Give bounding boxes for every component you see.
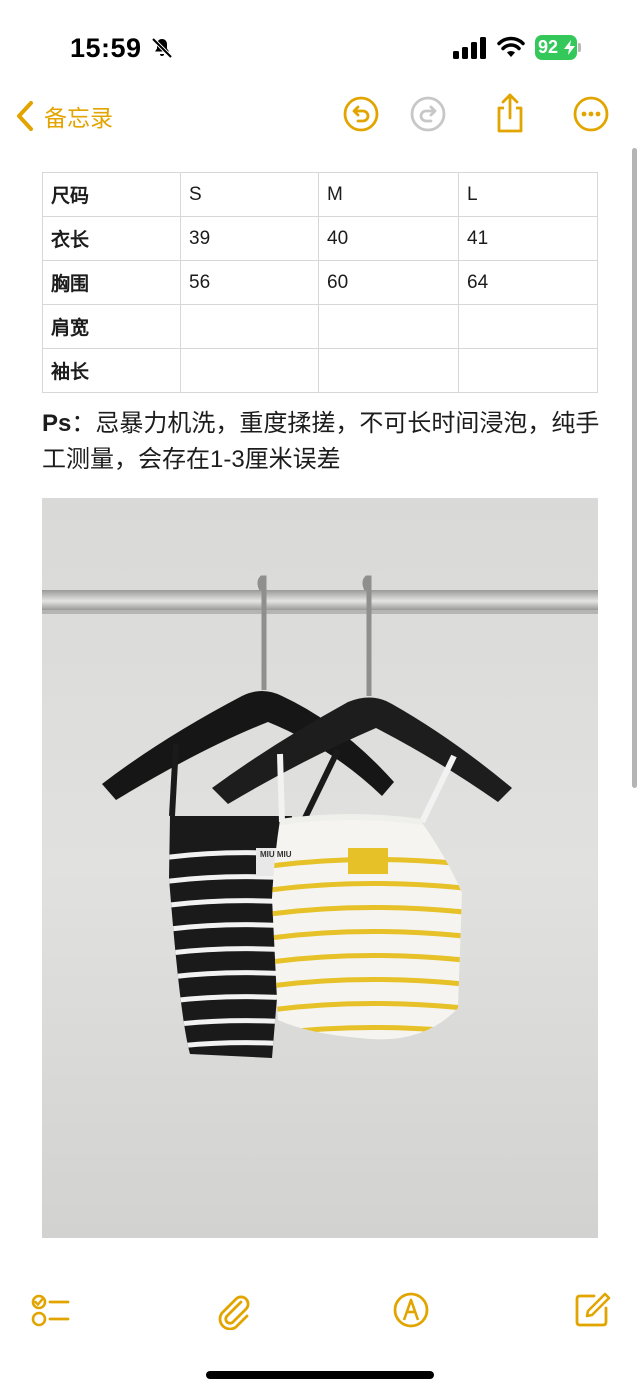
status-time: 15:59 — [70, 33, 142, 63]
table-cell[interactable] — [318, 304, 459, 349]
table-cell[interactable] — [458, 348, 598, 393]
table-row: 袖长 — [42, 348, 598, 393]
table-cell[interactable] — [458, 304, 598, 349]
table-cell[interactable]: 60 — [318, 260, 459, 305]
bell-slash-icon — [151, 37, 173, 59]
nav-bar: 备忘录 — [0, 90, 640, 140]
table-cell[interactable]: 64 — [458, 260, 598, 305]
chevron-left-icon — [17, 101, 33, 131]
table-cell[interactable] — [318, 348, 459, 393]
table-cell[interactable]: 41 — [458, 216, 598, 261]
note-text[interactable]: Ps：忌暴力机洗，重度揉搓，不可长时间浸泡，纯手工测量，会存在1-3厘米误差 — [42, 406, 602, 478]
table-cell[interactable]: 肩宽 — [42, 304, 181, 349]
checklist-icon[interactable] — [30, 1290, 70, 1330]
back-button[interactable]: 备忘录 — [14, 94, 113, 138]
more-icon[interactable] — [572, 95, 610, 133]
paperclip-icon[interactable] — [213, 1290, 253, 1330]
table-cell[interactable]: 40 — [318, 216, 459, 261]
bottom-toolbar — [0, 1280, 640, 1340]
product-photo[interactable]: MIU MIU — [42, 498, 598, 1238]
table-cell[interactable]: S — [180, 172, 319, 217]
undo-icon[interactable] — [342, 95, 380, 133]
wifi-icon — [497, 36, 525, 57]
table-cell[interactable]: 56 — [180, 260, 319, 305]
markup-pen-icon[interactable] — [391, 1290, 431, 1330]
table-cell[interactable]: 衣长 — [42, 216, 181, 261]
table-cell[interactable]: 39 — [180, 216, 319, 261]
table-cell[interactable]: L — [458, 172, 598, 217]
photo-logo: MIU MIU — [260, 850, 292, 859]
table-cell[interactable]: M — [318, 172, 459, 217]
table-header-row: 尺码 S M L — [42, 172, 598, 217]
table-cell[interactable]: 尺码 — [42, 172, 181, 217]
table-row: 衣长 39 40 41 — [42, 216, 598, 261]
table-cell[interactable] — [180, 348, 319, 393]
share-icon[interactable] — [491, 92, 529, 134]
note-prefix: Ps — [42, 410, 72, 437]
note-body: ：忌暴力机洗，重度揉搓，不可长时间浸泡，纯手工测量，会存在1-3厘米误差 — [42, 410, 600, 473]
redo-icon[interactable] — [409, 95, 447, 133]
table-row: 胸围 56 60 64 — [42, 260, 598, 305]
status-bar: 15:59 92 — [0, 0, 640, 95]
charging-bolt-icon — [564, 40, 575, 55]
cellular-signal-icon — [453, 37, 486, 59]
scrollbar[interactable] — [632, 148, 637, 788]
back-label: 备忘录 — [44, 105, 113, 131]
compose-icon[interactable] — [572, 1290, 612, 1330]
home-indicator[interactable] — [206, 1371, 434, 1379]
battery-charging-icon: 92 — [535, 35, 581, 60]
table-row: 肩宽 — [42, 304, 598, 349]
table-cell[interactable]: 袖长 — [42, 348, 181, 393]
battery-level: 92 — [538, 37, 559, 57]
table-cell[interactable] — [180, 304, 319, 349]
photo-illustration — [42, 498, 598, 1238]
size-table: 尺码 S M L 衣长 39 40 41 胸围 56 60 64 肩宽 袖长 — [42, 172, 598, 393]
table-cell[interactable]: 胸围 — [42, 260, 181, 305]
